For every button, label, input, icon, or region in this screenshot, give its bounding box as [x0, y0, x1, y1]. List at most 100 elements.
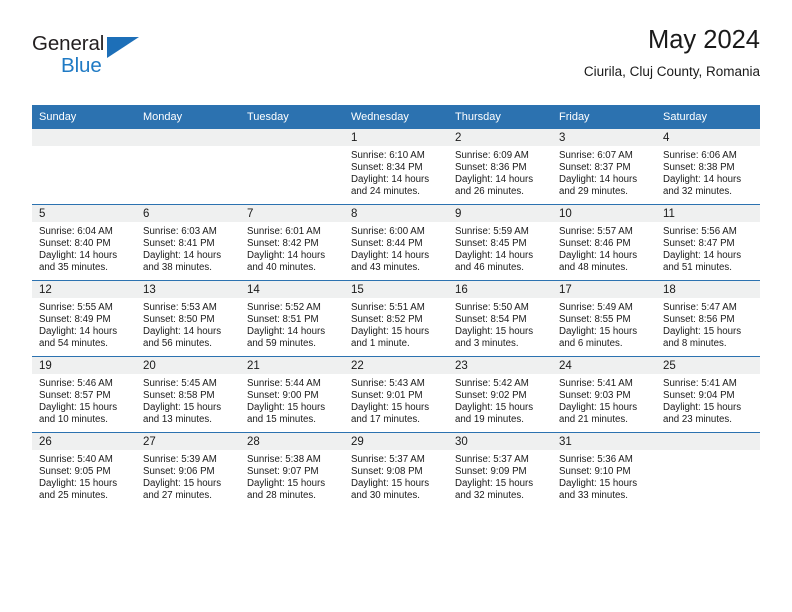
sunset-text: Sunset: 9:09 PM [455, 466, 527, 478]
sunrise-text: Sunrise: 5:50 AM [455, 302, 529, 313]
day-number: 2 [448, 129, 552, 146]
calendar-day-cell[interactable]: 22 Sunrise: 5:43 AM Sunset: 9:01 PM Dayligh… [344, 356, 448, 433]
calendar-day-cell-empty[interactable] [32, 128, 136, 205]
calendar-day-cell[interactable]: 3 Sunrise: 6:07 AM Sunset: 8:37 PM Daylight… [552, 128, 656, 205]
calendar-day-cell[interactable]: 23 Sunrise: 5:42 AM Sunset: 9:02 PM Dayligh… [448, 356, 552, 433]
sunset-text: Sunset: 8:47 PM [663, 238, 735, 250]
sunrise-text: Sunrise: 5:37 AM [455, 454, 529, 465]
day-number: 7 [240, 205, 344, 222]
calendar-day-cell[interactable]: 21 Sunrise: 5:44 AM Sunset: 9:00 PM Dayligh… [240, 356, 344, 433]
day-number [656, 433, 760, 450]
daylight-text-line1: Daylight: 14 hours [39, 326, 118, 338]
calendar-day-cell[interactable]: 28 Sunrise: 5:38 AM Sunset: 9:07 PM Dayligh… [240, 432, 344, 508]
daylight-text-line1: Daylight: 14 hours [455, 174, 534, 186]
calendar-day-cell[interactable]: 19 Sunrise: 5:46 AM Sunset: 8:57 PM Dayligh… [32, 356, 136, 433]
day-number: 28 [240, 433, 344, 450]
day-details: Sunrise: 5:42 AM Sunset: 9:02 PM Daylight:… [448, 374, 552, 426]
calendar-week-row: 26 Sunrise: 5:40 AM Sunset: 9:05 PM Dayligh… [32, 432, 760, 508]
day-number: 11 [656, 205, 760, 222]
calendar-day-cell[interactable]: 26 Sunrise: 5:40 AM Sunset: 9:05 PM Dayligh… [32, 432, 136, 508]
sunrise-text: Sunrise: 5:46 AM [39, 378, 113, 389]
calendar-week-row: 5 Sunrise: 6:04 AM Sunset: 8:40 PM Daylight… [32, 204, 760, 281]
sunset-text: Sunset: 8:49 PM [39, 314, 111, 326]
general-blue-logo[interactable]: General Blue [32, 32, 212, 86]
sunrise-text: Sunrise: 5:55 AM [39, 302, 113, 313]
sunset-text: Sunset: 8:38 PM [663, 162, 735, 174]
sunset-text: Sunset: 8:51 PM [247, 314, 319, 326]
day-number [240, 129, 344, 146]
calendar-day-cell[interactable]: 9 Sunrise: 5:59 AM Sunset: 8:45 PM Daylight… [448, 204, 552, 281]
day-number: 27 [136, 433, 240, 450]
calendar-day-cell[interactable]: 12 Sunrise: 5:55 AM Sunset: 8:49 PM Dayligh… [32, 280, 136, 357]
daylight-text-line1: Daylight: 14 hours [143, 326, 222, 338]
calendar-day-cell[interactable]: 20 Sunrise: 5:45 AM Sunset: 8:58 PM Dayligh… [136, 356, 240, 433]
day-details: Sunrise: 6:03 AM Sunset: 8:41 PM Daylight:… [136, 222, 240, 274]
daylight-text-line2: and 40 minutes. [247, 262, 316, 274]
weekday-header-tuesday: Tuesday [240, 105, 344, 129]
daylight-text-line1: Daylight: 15 hours [455, 326, 534, 338]
calendar-day-cell[interactable]: 5 Sunrise: 6:04 AM Sunset: 8:40 PM Daylight… [32, 204, 136, 281]
sunrise-text: Sunrise: 5:56 AM [663, 226, 737, 237]
day-details: Sunrise: 5:41 AM Sunset: 9:03 PM Daylight:… [552, 374, 656, 426]
day-number: 30 [448, 433, 552, 450]
calendar-page: General Blue May 2024 Ciurila, Cluj Coun… [0, 0, 792, 612]
calendar-day-cell[interactable]: 15 Sunrise: 5:51 AM Sunset: 8:52 PM Dayligh… [344, 280, 448, 357]
page-title: May 2024 [648, 26, 760, 54]
day-number: 12 [32, 281, 136, 298]
day-details: Sunrise: 5:46 AM Sunset: 8:57 PM Daylight:… [32, 374, 136, 426]
day-number: 22 [344, 357, 448, 374]
daylight-text-line1: Daylight: 15 hours [351, 402, 430, 414]
calendar-day-cell[interactable]: 8 Sunrise: 6:00 AM Sunset: 8:44 PM Daylight… [344, 204, 448, 281]
calendar-day-cell[interactable]: 4 Sunrise: 6:06 AM Sunset: 8:38 PM Daylight… [656, 128, 760, 205]
sunrise-text: Sunrise: 5:41 AM [559, 378, 633, 389]
daylight-text-line2: and 3 minutes. [455, 338, 519, 350]
calendar-day-cell-empty[interactable] [240, 128, 344, 205]
sunrise-text: Sunrise: 5:40 AM [39, 454, 113, 465]
calendar-day-cell[interactable]: 13 Sunrise: 5:53 AM Sunset: 8:50 PM Dayligh… [136, 280, 240, 357]
calendar-day-cell[interactable]: 14 Sunrise: 5:52 AM Sunset: 8:51 PM Dayligh… [240, 280, 344, 357]
calendar-day-cell[interactable]: 11 Sunrise: 5:56 AM Sunset: 8:47 PM Dayligh… [656, 204, 760, 281]
daylight-text-line2: and 17 minutes. [351, 414, 420, 426]
day-number: 23 [448, 357, 552, 374]
sunrise-text: Sunrise: 5:41 AM [663, 378, 737, 389]
page-subtitle: Ciurila, Cluj County, Romania [583, 64, 760, 80]
calendar-day-cell[interactable]: 10 Sunrise: 5:57 AM Sunset: 8:46 PM Dayligh… [552, 204, 656, 281]
calendar-day-cell[interactable]: 30 Sunrise: 5:37 AM Sunset: 9:09 PM Dayligh… [448, 432, 552, 508]
calendar-day-cell[interactable]: 31 Sunrise: 5:36 AM Sunset: 9:10 PM Dayligh… [552, 432, 656, 508]
calendar-day-cell[interactable]: 7 Sunrise: 6:01 AM Sunset: 8:42 PM Daylight… [240, 204, 344, 281]
calendar-day-cell-empty[interactable] [656, 432, 760, 508]
calendar-day-cell-empty[interactable] [136, 128, 240, 205]
calendar-day-cell[interactable]: 6 Sunrise: 6:03 AM Sunset: 8:41 PM Daylight… [136, 204, 240, 281]
day-number: 21 [240, 357, 344, 374]
sunset-text: Sunset: 8:40 PM [39, 238, 111, 250]
calendar-day-cell[interactable]: 25 Sunrise: 5:41 AM Sunset: 9:04 PM Dayligh… [656, 356, 760, 433]
daylight-text-line1: Daylight: 14 hours [663, 250, 742, 262]
sunset-text: Sunset: 8:36 PM [455, 162, 527, 174]
daylight-text-line2: and 10 minutes. [39, 414, 108, 426]
day-number: 14 [240, 281, 344, 298]
day-number: 17 [552, 281, 656, 298]
calendar-day-cell[interactable]: 24 Sunrise: 5:41 AM Sunset: 9:03 PM Dayligh… [552, 356, 656, 433]
day-details: Sunrise: 5:39 AM Sunset: 9:06 PM Daylight:… [136, 450, 240, 502]
calendar-day-cell[interactable]: 17 Sunrise: 5:49 AM Sunset: 8:55 PM Dayligh… [552, 280, 656, 357]
calendar-day-cell[interactable]: 2 Sunrise: 6:09 AM Sunset: 8:36 PM Daylight… [448, 128, 552, 205]
calendar-day-cell[interactable]: 29 Sunrise: 5:37 AM Sunset: 9:08 PM Dayligh… [344, 432, 448, 508]
daylight-text-line2: and 1 minute. [351, 338, 410, 350]
daylight-text-line1: Daylight: 14 hours [559, 174, 638, 186]
weekday-header-sunday: Sunday [32, 105, 136, 129]
logo-triangle-icon [107, 37, 139, 58]
sunrise-text: Sunrise: 6:10 AM [351, 150, 425, 161]
day-details: Sunrise: 5:53 AM Sunset: 8:50 PM Daylight:… [136, 298, 240, 350]
title-block: May 2024 Ciurila, Cluj County, Romania [584, 26, 760, 80]
calendar-header-row: Sunday Monday Tuesday Wednesday Thursday… [32, 105, 760, 129]
daylight-text-line1: Daylight: 14 hours [39, 250, 118, 262]
day-number [32, 129, 136, 146]
daylight-text-line1: Daylight: 15 hours [247, 478, 326, 490]
calendar-day-cell[interactable]: 27 Sunrise: 5:39 AM Sunset: 9:06 PM Dayligh… [136, 432, 240, 508]
calendar-day-cell[interactable]: 1 Sunrise: 6:10 AM Sunset: 8:34 PM Daylight… [344, 128, 448, 205]
logo-text-general: General [32, 32, 105, 55]
daylight-text-line1: Daylight: 14 hours [351, 250, 430, 262]
calendar-day-cell[interactable]: 16 Sunrise: 5:50 AM Sunset: 8:54 PM Dayligh… [448, 280, 552, 357]
day-number [136, 129, 240, 146]
calendar-day-cell[interactable]: 18 Sunrise: 5:47 AM Sunset: 8:56 PM Dayligh… [656, 280, 760, 357]
